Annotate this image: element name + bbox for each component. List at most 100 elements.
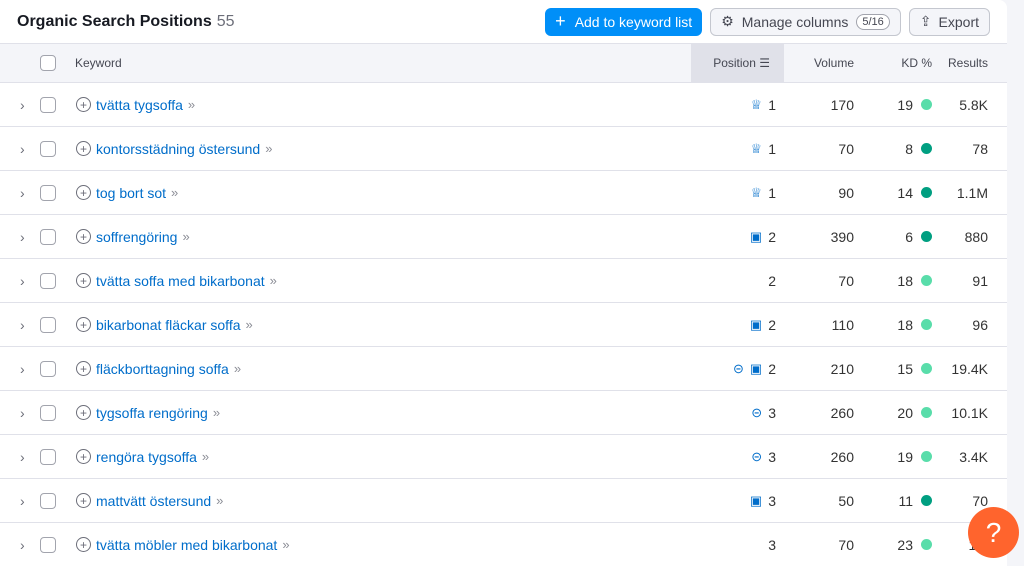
expand-chevron-icon[interactable]: › <box>20 449 25 465</box>
add-circle-icon[interactable]: + <box>76 537 91 552</box>
add-circle-icon[interactable]: + <box>76 493 91 508</box>
add-circle-icon[interactable]: + <box>76 97 91 112</box>
export-button[interactable]: ⇪ Export <box>908 7 990 36</box>
keyword-link[interactable]: rengöra tygsoffa <box>96 449 197 465</box>
table-row: › + kontorsstädning östersund » ♕ 1 70 8 78 <box>0 127 1007 171</box>
position-value: 3 <box>768 404 776 421</box>
expand-chevron-icon[interactable]: › <box>20 273 25 289</box>
kd-dot <box>921 539 932 550</box>
row-checkbox[interactable] <box>40 448 56 465</box>
kd-dot <box>921 99 932 110</box>
keyword-link[interactable]: tog bort sot <box>96 185 166 201</box>
table-row: › + tvätta tygsoffa » ♕ 1 170 19 5.8K <box>0 83 1007 127</box>
keyword-link[interactable]: tvätta tygsoffa <box>96 97 183 113</box>
add-circle-icon[interactable]: + <box>76 317 91 332</box>
expand-chevron-icon[interactable]: › <box>20 493 25 509</box>
volume-value: 260 <box>830 404 854 421</box>
add-circle-icon[interactable]: + <box>76 141 91 156</box>
expand-chevron-icon[interactable]: › <box>20 317 25 333</box>
kd-dot <box>921 319 932 330</box>
position-value: 2 <box>768 316 776 333</box>
row-checkbox[interactable] <box>40 536 56 553</box>
kd-dot <box>921 231 932 242</box>
expand-chevron-icon[interactable]: › <box>20 361 25 377</box>
col-kd[interactable]: KD % <box>901 56 932 70</box>
add-to-keyword-list-button[interactable]: + Add to keyword list <box>545 7 703 36</box>
add-circle-icon[interactable]: + <box>76 449 91 464</box>
add-circle-icon[interactable]: + <box>76 361 91 376</box>
double-chevron-icon[interactable]: » <box>216 493 223 508</box>
keyword-link[interactable]: bikarbonat fläckar soffa <box>96 317 241 333</box>
organic-search-positions-panel: Organic Search Positions 55 + Add to keyw… <box>0 0 1007 566</box>
help-button[interactable]: ? <box>968 507 1019 558</box>
table-row: › + tog bort sot » ♕ 1 90 14 1.1M <box>0 171 1007 215</box>
double-chevron-icon[interactable]: » <box>234 361 241 376</box>
expand-chevron-icon[interactable]: › <box>20 185 25 201</box>
expand-chevron-icon[interactable]: › <box>20 229 25 245</box>
double-chevron-icon[interactable]: » <box>265 141 272 156</box>
expand-chevron-icon[interactable]: › <box>20 97 25 113</box>
volume-value: 70 <box>838 140 854 157</box>
add-circle-icon[interactable]: + <box>76 229 91 244</box>
kd-value: 11 <box>898 492 913 509</box>
add-circle-icon[interactable]: + <box>76 185 91 200</box>
volume-value: 170 <box>830 96 854 113</box>
keyword-link[interactable]: fläckborttagning soffa <box>96 361 229 377</box>
row-checkbox[interactable] <box>40 492 56 509</box>
table-row: › + bikarbonat fläckar soffa » ▣ 2 110 18 9… <box>0 303 1007 347</box>
double-chevron-icon[interactable]: » <box>270 273 277 288</box>
kd-value: 6 <box>905 228 913 245</box>
volume-value: 110 <box>831 316 854 333</box>
double-chevron-icon[interactable]: » <box>282 537 289 552</box>
results-value: 91 <box>972 272 988 289</box>
keyword-link[interactable]: tvätta möbler med bikarbonat <box>96 537 277 553</box>
row-checkbox[interactable] <box>40 316 56 333</box>
keyword-link[interactable]: tvätta soffa med bikarbonat <box>96 273 265 289</box>
table-row: › + fläckborttagning soffa » ⊝ ▣ 2 210 15 19… <box>0 347 1007 391</box>
col-keyword[interactable]: Keyword <box>75 56 122 70</box>
volume-value: 390 <box>830 228 854 245</box>
kd-dot <box>921 275 932 286</box>
expand-chevron-icon[interactable]: › <box>20 537 25 553</box>
row-checkbox[interactable] <box>40 140 56 157</box>
position-value: 3 <box>768 492 776 509</box>
kd-value: 14 <box>897 184 913 201</box>
manage-columns-button[interactable]: ⚙ Manage columns 5/16 <box>710 7 901 36</box>
double-chevron-icon[interactable]: » <box>188 97 195 112</box>
position-value: 2 <box>768 272 776 289</box>
double-chevron-icon[interactable]: » <box>213 405 220 420</box>
results-value: 96 <box>972 316 988 333</box>
image-icon: ▣ <box>749 316 763 332</box>
col-volume[interactable]: Volume <box>814 56 854 70</box>
double-chevron-icon[interactable]: » <box>246 317 253 332</box>
keyword-link[interactable]: mattvätt östersund <box>96 493 211 509</box>
select-all-checkbox[interactable] <box>40 55 56 71</box>
expand-chevron-icon[interactable]: › <box>20 405 25 421</box>
columns-badge: 5/16 <box>856 13 890 30</box>
double-chevron-icon[interactable]: » <box>182 229 189 244</box>
double-chevron-icon[interactable]: » <box>202 449 209 464</box>
add-circle-icon[interactable]: + <box>76 405 91 420</box>
link-icon: ⊝ <box>733 360 744 376</box>
row-checkbox[interactable] <box>40 96 56 113</box>
row-checkbox[interactable] <box>40 360 56 377</box>
row-checkbox[interactable] <box>40 272 56 289</box>
keyword-link[interactable]: tygsoffa rengöring <box>96 405 208 421</box>
kd-dot <box>921 187 932 198</box>
kd-dot <box>921 143 932 154</box>
upload-icon: ⇪ <box>919 13 932 29</box>
keyword-link[interactable]: kontorsstädning östersund <box>96 141 260 157</box>
row-checkbox[interactable] <box>40 184 56 201</box>
add-circle-icon[interactable]: + <box>76 273 91 288</box>
keyword-link[interactable]: soffrengöring <box>96 229 177 245</box>
row-checkbox[interactable] <box>40 228 56 245</box>
kd-value: 19 <box>897 96 913 113</box>
results-value: 19.4K <box>951 360 988 377</box>
col-results[interactable]: Results <box>948 56 988 70</box>
volume-value: 210 <box>830 360 854 377</box>
col-position[interactable]: Position ☰ <box>713 56 770 70</box>
table-row: › + mattvätt östersund » ▣ 3 50 11 70 <box>0 479 1007 523</box>
row-checkbox[interactable] <box>40 404 56 421</box>
double-chevron-icon[interactable]: » <box>171 185 178 200</box>
expand-chevron-icon[interactable]: › <box>20 141 25 157</box>
